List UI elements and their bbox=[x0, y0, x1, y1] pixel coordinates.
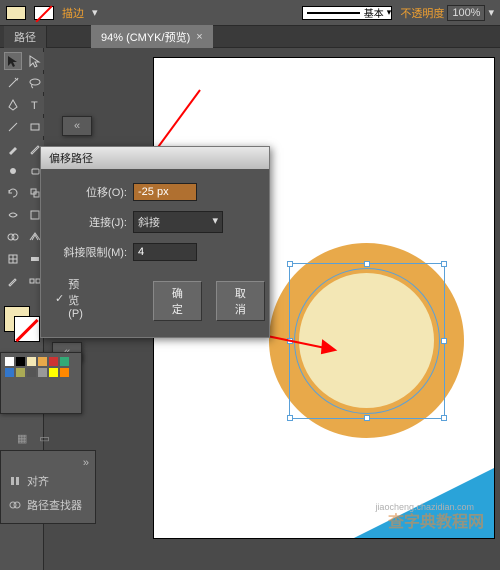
stroke-weight-caret[interactable]: ▾ bbox=[92, 6, 98, 19]
chevron-down-icon: ▾ bbox=[212, 214, 218, 230]
selection-tool[interactable] bbox=[4, 52, 22, 70]
lasso-tool[interactable] bbox=[26, 74, 44, 92]
direct-selection-tool[interactable] bbox=[26, 52, 44, 70]
stroke-swatch[interactable] bbox=[34, 6, 54, 20]
eyedropper-tool[interactable] bbox=[4, 272, 22, 290]
svg-text:T: T bbox=[31, 100, 38, 112]
collapsed-panel-1[interactable]: « bbox=[62, 116, 92, 136]
offset-label: 位移(O): bbox=[55, 184, 127, 200]
stroke-style-dropdown[interactable]: 基本▾ bbox=[302, 6, 392, 20]
pen-tool[interactable] bbox=[4, 96, 22, 114]
document-tabs: 路径 94% (CMYK/预览) × bbox=[0, 26, 500, 48]
preview-checkbox[interactable]: ✓ 预览(P) bbox=[55, 276, 83, 320]
panel-icon-2[interactable]: ▭ bbox=[36, 430, 52, 447]
handle-nw[interactable] bbox=[287, 261, 293, 267]
swatch-color[interactable] bbox=[38, 357, 47, 366]
offset-input[interactable] bbox=[133, 183, 197, 201]
align-label: 对齐 bbox=[27, 473, 49, 489]
ok-button[interactable]: 确定 bbox=[153, 281, 202, 321]
offset-path-dialog: 偏移路径 位移(O): 连接(J): 斜接 ▾ 斜接限制(M): ✓ 预览(P)… bbox=[40, 146, 270, 338]
stroke-color[interactable] bbox=[14, 316, 40, 342]
pathfinder-label: 路径查找器 bbox=[27, 497, 82, 513]
mesh-tool[interactable] bbox=[4, 250, 22, 268]
blob-brush-tool[interactable] bbox=[4, 162, 22, 180]
type-tool[interactable]: T bbox=[26, 96, 44, 114]
stroke-style-value: 基本 bbox=[364, 5, 384, 20]
swatch-color[interactable] bbox=[16, 368, 25, 377]
document-title: 94% (CMYK/预览) bbox=[101, 29, 190, 45]
shape-builder-tool[interactable] bbox=[4, 228, 22, 246]
pathfinder-panel: » 对齐 路径查找器 bbox=[0, 450, 96, 524]
width-tool[interactable] bbox=[4, 206, 22, 224]
miter-label: 斜接限制(M): bbox=[55, 244, 127, 260]
handle-sw[interactable] bbox=[287, 415, 293, 421]
panel-icon-1[interactable]: ▦ bbox=[14, 430, 30, 447]
swatch-color[interactable] bbox=[38, 368, 47, 377]
line-tool[interactable] bbox=[4, 118, 22, 136]
handle-ne[interactable] bbox=[441, 261, 447, 267]
handle-w[interactable] bbox=[287, 338, 293, 344]
fill-stroke-indicator[interactable] bbox=[0, 304, 43, 346]
fill-swatch[interactable] bbox=[6, 6, 26, 20]
swatch-color[interactable] bbox=[5, 368, 14, 377]
collapse-icon: « bbox=[74, 120, 80, 132]
paintbrush-tool[interactable] bbox=[4, 140, 22, 158]
selection-bounding-box[interactable] bbox=[289, 263, 445, 419]
check-icon: ✓ bbox=[55, 292, 64, 305]
panel-tab-path[interactable]: 路径 bbox=[4, 26, 47, 48]
join-select[interactable]: 斜接 ▾ bbox=[133, 211, 223, 233]
swatches-panel[interactable] bbox=[0, 352, 82, 414]
document-tab[interactable]: 94% (CMYK/预览) × bbox=[91, 25, 213, 49]
dialog-titlebar[interactable]: 偏移路径 bbox=[41, 147, 269, 169]
preview-label: 预览(P) bbox=[68, 276, 83, 320]
rectangle-tool[interactable] bbox=[26, 118, 44, 136]
watermark-text: 查字典教程网 bbox=[388, 508, 484, 532]
opacity-value: 100% bbox=[447, 5, 485, 21]
align-panel-item[interactable]: 对齐 bbox=[1, 469, 95, 493]
swatch-color[interactable] bbox=[49, 357, 58, 366]
magic-wand-tool[interactable] bbox=[4, 74, 22, 92]
swatch-color[interactable] bbox=[5, 357, 14, 366]
join-label: 连接(J): bbox=[55, 214, 127, 230]
stroke-label[interactable]: 描边 bbox=[62, 5, 84, 21]
swatch-color[interactable] bbox=[49, 368, 58, 377]
close-icon[interactable]: × bbox=[196, 31, 202, 43]
handle-se[interactable] bbox=[441, 415, 447, 421]
opacity-control[interactable]: 不透明度 100% ▾ bbox=[400, 5, 494, 21]
swatch-color[interactable] bbox=[27, 357, 36, 366]
miter-input[interactable] bbox=[133, 243, 197, 261]
swatch-color[interactable] bbox=[16, 357, 25, 366]
swatch-color[interactable] bbox=[27, 368, 36, 377]
options-bar: 描边 ▾ 基本▾ 不透明度 100% ▾ bbox=[0, 0, 500, 26]
rotate-tool[interactable] bbox=[4, 184, 22, 202]
handle-n[interactable] bbox=[364, 261, 370, 267]
handle-e[interactable] bbox=[441, 338, 447, 344]
panel-mini-icons: ▦ ▭ bbox=[14, 430, 53, 447]
pathfinder-panel-item[interactable]: 路径查找器 bbox=[1, 493, 95, 517]
join-value: 斜接 bbox=[138, 214, 160, 230]
swatch-color[interactable] bbox=[60, 368, 69, 377]
cancel-button[interactable]: 取消 bbox=[216, 281, 265, 321]
handle-s[interactable] bbox=[364, 415, 370, 421]
expand-icon[interactable]: » bbox=[1, 457, 95, 469]
opacity-label: 不透明度 bbox=[400, 5, 444, 21]
swatch-color[interactable] bbox=[60, 357, 69, 366]
